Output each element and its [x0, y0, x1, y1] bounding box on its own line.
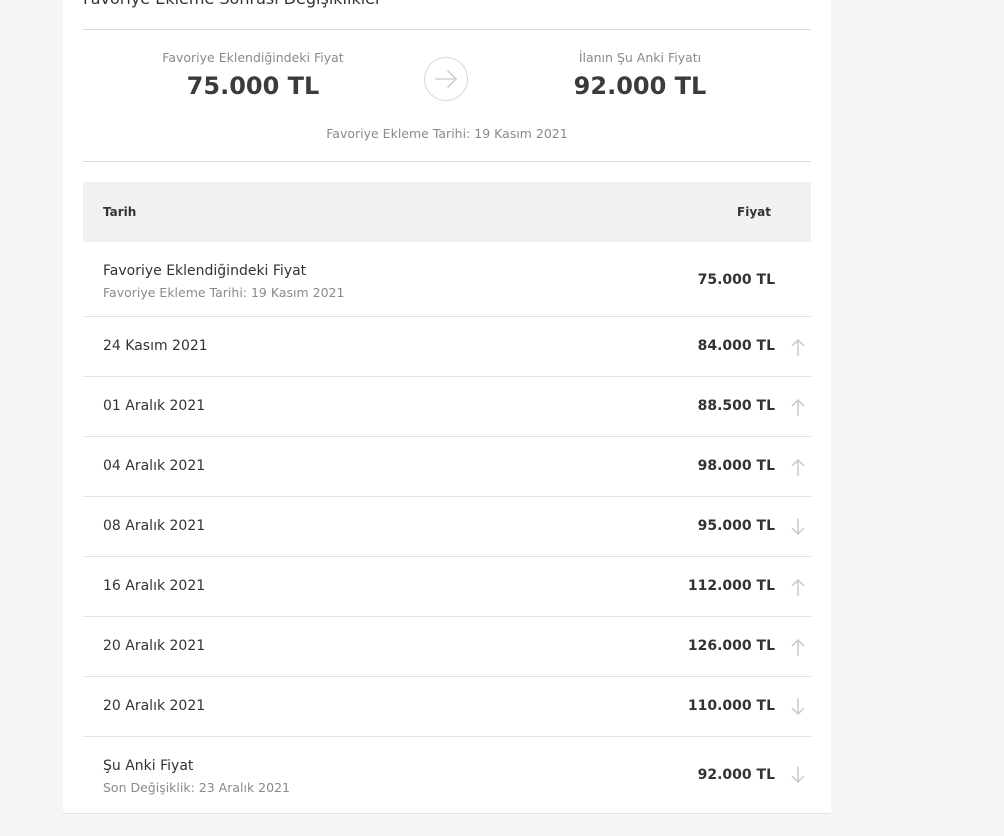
column-header-date: Tarih [103, 205, 137, 219]
added-price-label: Favoriye Eklendiğindeki Fiyat [162, 50, 344, 65]
price-history-table: Tarih Fiyat Favoriye Eklendiğindeki Fiya… [83, 182, 811, 812]
arrow-up-icon [791, 399, 805, 416]
row-price: 92.000 TL [697, 767, 775, 783]
table-row: 16 Aralık 2021 112.000 TL [83, 557, 811, 617]
table-row: 08 Aralık 2021 95.000 TL [83, 497, 811, 557]
row-subtitle: Favoriye Ekleme Tarihi: 19 Kasım 2021 [103, 285, 345, 300]
row-date: 20 Aralık 2021 [103, 638, 206, 654]
added-price-summary: Favoriye Eklendiğindeki Fiyat 75.000 TL [153, 50, 353, 100]
table-row: Şu Anki Fiyat Son Değişiklik: 23 Aralık … [83, 737, 811, 812]
row-price: 98.000 TL [697, 458, 775, 474]
price-history-card: Favoriye Ekleme Sonrası Değişiklikler Fa… [63, 0, 831, 814]
added-price-value: 75.000 TL [186, 72, 320, 100]
arrow-down-icon [791, 698, 805, 715]
row-date: 24 Kasım 2021 [103, 338, 208, 354]
column-header-price: Fiyat [737, 205, 771, 219]
row-date: 20 Aralık 2021 [103, 698, 206, 714]
table-row: 04 Aralık 2021 98.000 TL [83, 437, 811, 497]
table-row: 24 Kasım 2021 84.000 TL [83, 317, 811, 377]
table-row: 20 Aralık 2021 110.000 TL [83, 677, 811, 737]
arrow-up-icon [791, 639, 805, 656]
current-price-label: İlanın Şu Anki Fiyatı [578, 50, 702, 65]
table-row: 01 Aralık 2021 88.500 TL [83, 377, 811, 437]
row-price: 110.000 TL [687, 698, 775, 714]
arrow-down-icon [791, 766, 805, 783]
table-row: 20 Aralık 2021 126.000 TL [83, 617, 811, 677]
row-date: Şu Anki Fiyat [103, 758, 194, 774]
summary-divider [83, 161, 811, 162]
section-title: Favoriye Ekleme Sonrası Değişiklikler [83, 0, 382, 8]
row-price: 84.000 TL [697, 338, 775, 354]
row-date: 01 Aralık 2021 [103, 398, 206, 414]
row-date: 04 Aralık 2021 [103, 458, 206, 474]
arrow-right-icon [424, 57, 468, 101]
table-header: Tarih Fiyat [83, 182, 811, 242]
row-price: 88.500 TL [697, 398, 775, 414]
favorite-added-date: Favoriye Ekleme Tarihi: 19 Kasım 2021 [326, 126, 568, 141]
row-date: 16 Aralık 2021 [103, 578, 206, 594]
row-subtitle: Son Değişiklik: 23 Aralık 2021 [103, 780, 290, 795]
table-row: Favoriye Eklendiğindeki Fiyat Favoriye E… [83, 242, 811, 317]
arrow-up-icon [791, 339, 805, 356]
arrow-up-icon [791, 459, 805, 476]
row-date: Favoriye Eklendiğindeki Fiyat [103, 263, 307, 279]
row-price: 95.000 TL [697, 518, 775, 534]
row-price: 126.000 TL [687, 638, 775, 654]
row-date: 08 Aralık 2021 [103, 518, 206, 534]
row-price: 75.000 TL [697, 272, 775, 288]
current-price-summary: İlanın Şu Anki Fiyatı 92.000 TL [540, 50, 740, 100]
title-divider [83, 29, 811, 30]
arrow-up-icon [791, 579, 805, 596]
arrow-down-icon [791, 518, 805, 535]
row-price: 112.000 TL [687, 578, 775, 594]
current-price-value: 92.000 TL [573, 72, 707, 100]
